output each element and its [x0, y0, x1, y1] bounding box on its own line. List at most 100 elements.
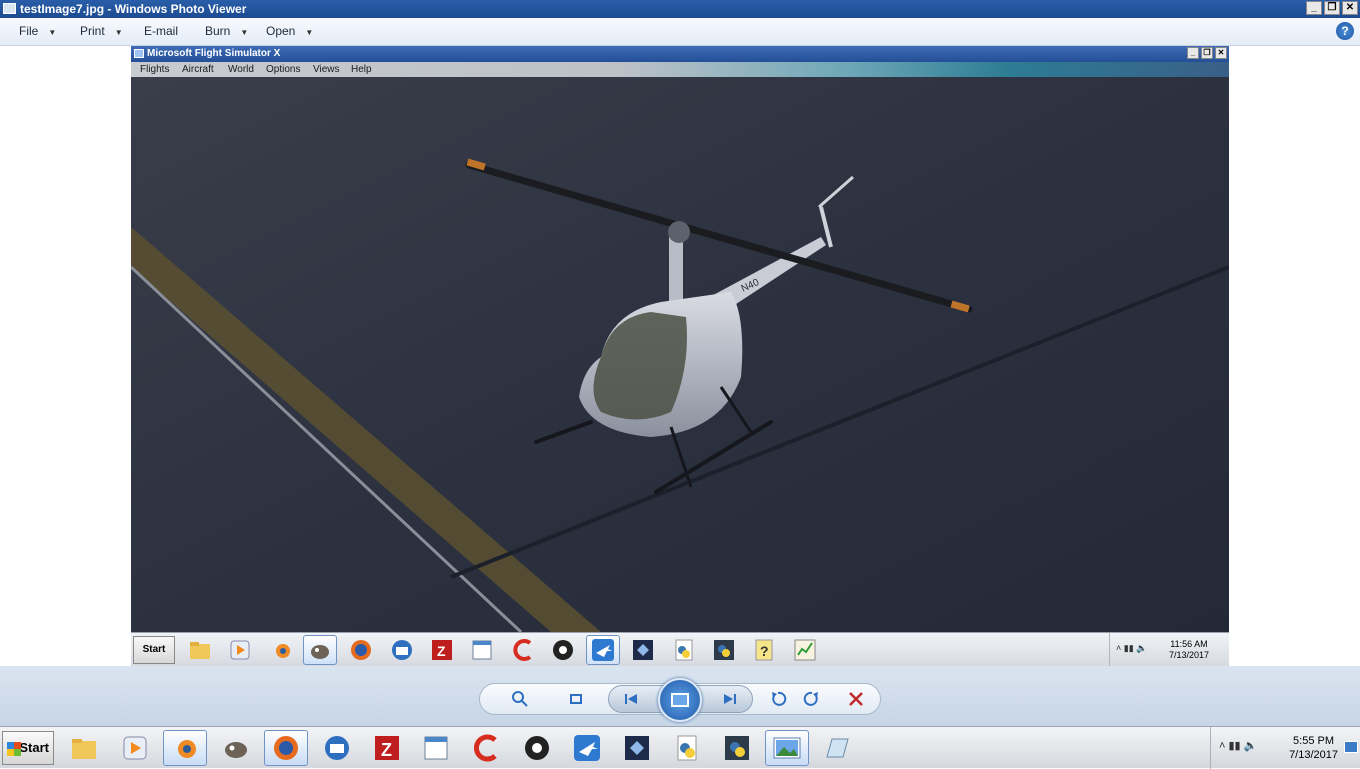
window-controls: _ ❐ ✕	[1306, 1, 1358, 15]
taskbar-python-file[interactable]	[665, 730, 709, 766]
system-tray: ˄ ▮▮ 🔈 5:55 PM 7/13/2017	[1210, 727, 1360, 769]
svg-text:Z: Z	[437, 643, 446, 659]
menu-print[interactable]: Print ▼	[80, 24, 123, 38]
fsx-menu-world: World	[228, 64, 254, 75]
taskbar-firefox[interactable]	[264, 730, 308, 766]
captured-system-tray: ˄ ▮▮ 🔈 11:56 AM 7/13/2017	[1109, 633, 1229, 666]
menu-file-label: File	[19, 24, 39, 38]
maximize-button[interactable]: ❐	[1324, 1, 1340, 15]
menu-email[interactable]: E-mail	[144, 24, 178, 38]
taskbar-premiere[interactable]	[615, 730, 659, 766]
taskbar-filezilla[interactable]: Z	[365, 730, 409, 766]
taskbar-gimp[interactable]	[214, 730, 258, 766]
menu-burn-label: Burn	[205, 24, 231, 38]
clock[interactable]: 5:55 PM 7/13/2017	[1289, 734, 1338, 762]
menu-burn[interactable]: Burn ▼	[205, 24, 248, 38]
taskbar-ccleaner[interactable]	[465, 730, 509, 766]
captured-clock: 11:56 AM 7/13/2017	[1169, 639, 1209, 661]
delete-icon[interactable]	[844, 688, 868, 710]
photo-viewer-app-icon	[3, 3, 16, 14]
chevron-down-icon: ▼	[305, 28, 314, 37]
tray-icons: ˄ ▮▮ 🔈	[1219, 740, 1258, 752]
chevron-down-icon: ▼	[114, 28, 123, 37]
next-icon[interactable]	[718, 688, 742, 710]
window-title: testImage7.jpg - Windows Photo Viewer	[20, 2, 247, 16]
captured-clock-time: 11:56 AM	[1170, 639, 1208, 649]
gimp-icon	[225, 742, 247, 758]
taskbar-flight-simulator[interactable]	[565, 730, 609, 766]
show-desktop-button[interactable]	[1344, 741, 1358, 753]
windows-logo-icon	[7, 742, 21, 756]
notepad-icon	[465, 635, 499, 665]
premiere-icon	[626, 635, 660, 665]
obs-icon	[546, 635, 580, 665]
python-shell-icon	[725, 736, 749, 760]
filezilla-icon: Z	[375, 736, 399, 760]
fsx-close-button: ✕	[1215, 47, 1227, 59]
fsx-menubar: Flights Aircraft World Options Views Hel…	[131, 62, 1229, 77]
taskbar-thunderbird[interactable]	[315, 730, 359, 766]
close-button[interactable]: ✕	[1342, 1, 1358, 15]
tray-arrow-icon[interactable]: ˄	[1219, 740, 1225, 752]
previous-icon[interactable]	[619, 688, 643, 710]
taskbar-blender[interactable]	[163, 730, 207, 766]
clock-date: 7/13/2017	[1289, 749, 1338, 761]
paint-icon	[826, 738, 849, 758]
command-bar: File ▼ Print ▼ E-mail Burn ▼ Open ▼ ?	[0, 18, 1360, 46]
taskbar-media-player[interactable]	[113, 730, 157, 766]
tray-arrow-icon: ˄	[1116, 643, 1122, 653]
python-file-icon	[667, 635, 701, 665]
notepad-icon	[424, 736, 448, 760]
taskbar-photo-viewer[interactable]	[765, 730, 809, 766]
helicopter-scene: N40	[131, 77, 1229, 632]
zoom-icon[interactable]	[508, 688, 532, 710]
fsx-window-controls: _ ❐ ✕	[1187, 47, 1227, 59]
taskbar-notepad[interactable]	[414, 730, 458, 766]
clock-time: 5:55 PM	[1293, 735, 1335, 747]
taskbar-python-shell[interactable]	[715, 730, 759, 766]
window-titlebar: testImage7.jpg - Windows Photo Viewer _ …	[0, 0, 1360, 18]
taskbar-explorer[interactable]	[62, 730, 106, 766]
viewer-controls-bar	[0, 666, 1360, 726]
fsx-menu-options: Options	[266, 64, 301, 75]
explorer-icon	[72, 739, 96, 759]
displayed-photo: Microsoft Flight Simulator X _ ❐ ✕ Fligh…	[131, 46, 1229, 666]
svg-text:?: ?	[760, 643, 769, 659]
menu-open[interactable]: Open ▼	[266, 24, 313, 38]
chevron-down-icon: ▼	[240, 28, 249, 37]
blender-icon	[264, 635, 298, 665]
viewer-controls	[479, 678, 881, 722]
fsx-menu-flights: Flights	[140, 64, 170, 75]
taskbar-paint[interactable]	[815, 730, 859, 766]
fsx-title: Microsoft Flight Simulator X	[147, 48, 281, 59]
task-manager-icon	[788, 635, 822, 665]
fsx-app-icon	[134, 49, 144, 58]
photo-viewer-icon	[773, 737, 801, 759]
help-icon[interactable]: ?	[1336, 22, 1354, 40]
chevron-down-icon: ▼	[48, 28, 57, 37]
thunderbird-icon	[325, 736, 349, 760]
explorer-icon	[183, 635, 217, 665]
menu-print-label: Print	[80, 24, 105, 38]
slideshow-icon[interactable]	[658, 678, 702, 722]
captured-start-button: Start	[133, 636, 175, 664]
filezilla-icon: Z	[425, 635, 459, 665]
help-file-icon: ?	[747, 635, 781, 665]
captured-taskbar: Start Z ? ˄ ▮▮ 🔈 11:56 AM 7/13/2017	[131, 632, 1229, 666]
menu-file[interactable]: File ▼	[19, 24, 56, 38]
minimize-button[interactable]: _	[1306, 1, 1322, 15]
fit-to-window-icon[interactable]	[564, 688, 588, 710]
start-button[interactable]: Start	[2, 731, 54, 765]
gimp-icon	[303, 635, 337, 665]
obs-icon	[525, 736, 549, 760]
media-player-icon	[223, 635, 257, 665]
rotate-clockwise-icon[interactable]	[800, 688, 824, 710]
firefox-icon	[274, 736, 298, 760]
taskbar-obs[interactable]	[515, 730, 559, 766]
rotate-counterclockwise-icon[interactable]	[766, 688, 790, 710]
flight-simulator-icon	[586, 635, 620, 665]
fsx-menu-views: Views	[313, 64, 340, 75]
rotor-mast	[669, 237, 683, 307]
fsx-titlebar: Microsoft Flight Simulator X _ ❐ ✕	[131, 46, 1229, 62]
svg-text:Z: Z	[381, 740, 392, 760]
